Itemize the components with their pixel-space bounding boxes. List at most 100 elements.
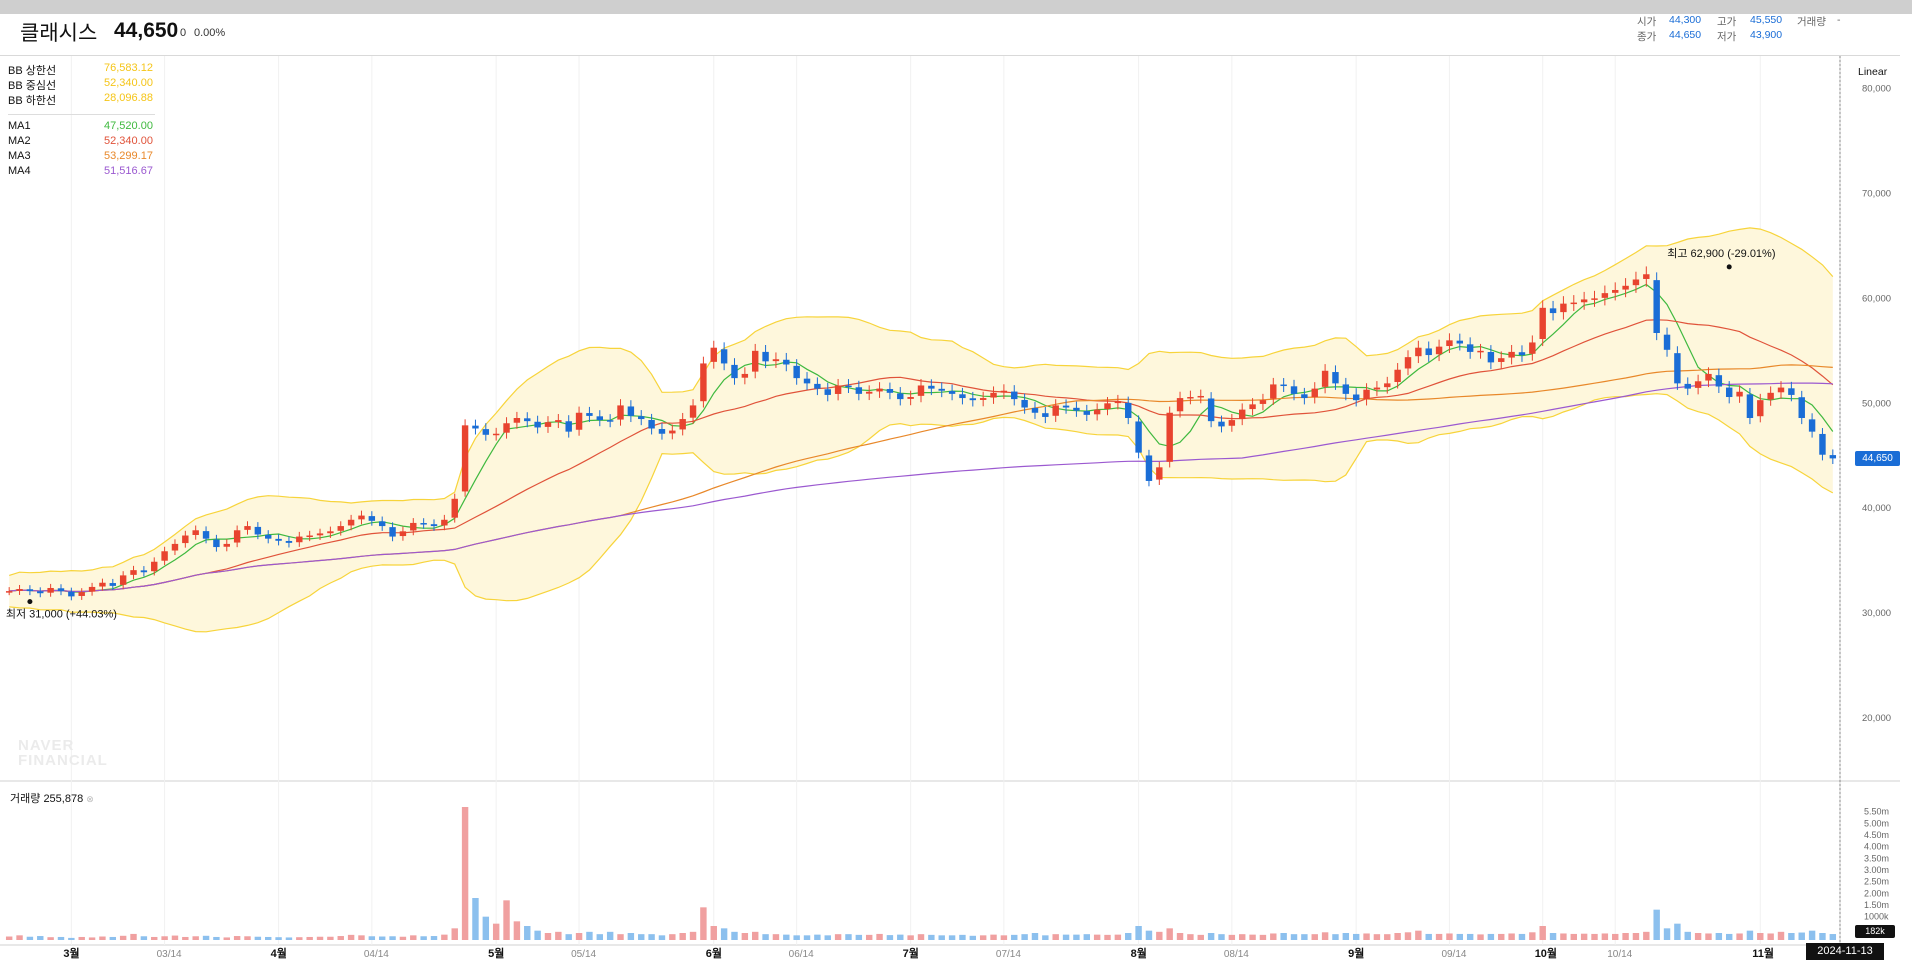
price-chart[interactable]: 최고 62,900 (-29.01%) 최저 31,000 (+44.03%) 80… (0, 0, 1912, 962)
candle-body (1052, 405, 1059, 416)
crosshair-date-badge: 2024-11-13 (1806, 943, 1884, 960)
candle-body (296, 536, 303, 543)
candle-body (1798, 397, 1805, 418)
candle-body (752, 350, 759, 372)
x-tick-label: 06/14 (789, 949, 814, 960)
candle-body (275, 538, 282, 541)
candle-body (990, 392, 997, 398)
volume-bar (410, 935, 417, 940)
candle-body (1352, 394, 1360, 401)
candle-body (1539, 307, 1546, 339)
volume-bar (151, 936, 158, 940)
volume-bar (347, 934, 355, 940)
scale-toggle-button[interactable]: Linear (1858, 66, 1887, 78)
volume-bar (37, 936, 44, 940)
x-tick-label: 7월 (903, 946, 919, 960)
volume-bar (451, 928, 458, 940)
candle-body (865, 391, 873, 394)
volume-bar (1736, 933, 1743, 940)
close-icon[interactable]: ⊗ (86, 794, 94, 804)
volume-bar (814, 934, 821, 940)
volume-bar (1601, 933, 1609, 940)
candle-body (1477, 350, 1484, 353)
volume-bar (907, 935, 914, 940)
volume-bar (669, 934, 676, 940)
volume-bar (834, 934, 842, 940)
y-tick-label: 80,000 (1862, 83, 1891, 94)
candle-body (1684, 383, 1691, 389)
volume-bar (140, 936, 148, 940)
candle-body (420, 523, 427, 525)
candle-body (1301, 394, 1308, 399)
volume-bar (78, 936, 85, 940)
candle-body (306, 535, 313, 538)
candle-body (1498, 358, 1505, 362)
legend-label: BB 중심선 (8, 80, 57, 92)
candle-body (1622, 285, 1629, 290)
volume-bar (16, 935, 23, 940)
volume-tick-label: 3.00m (1864, 865, 1889, 875)
volume-bar (202, 935, 210, 940)
candle-body (793, 365, 800, 379)
candle-body (1228, 420, 1236, 426)
candle-body (161, 551, 168, 561)
volume-bar (378, 936, 386, 940)
volume-bar (171, 935, 179, 940)
volume-bar (1663, 928, 1671, 940)
volume-bar (1114, 934, 1122, 940)
legend-ma4: MA4 51,516.67 (8, 165, 153, 177)
candle-body (171, 543, 179, 551)
volume-bar (1197, 934, 1204, 940)
y-tick-label: 30,000 (1862, 608, 1891, 619)
volume-bar (710, 926, 717, 940)
volume-bar (1166, 928, 1173, 940)
candle-body (1725, 387, 1733, 398)
volume-bar (596, 934, 604, 940)
volume-bar (1342, 933, 1350, 940)
candle-body (1031, 408, 1039, 413)
volume-bar (617, 934, 624, 940)
volume-bar (1156, 931, 1163, 940)
candle-body (555, 420, 562, 422)
x-tick-label: 9월 (1348, 946, 1364, 960)
candle-body (1777, 387, 1785, 393)
volume-bar (1694, 933, 1702, 940)
candle-body (1249, 404, 1256, 410)
candle-body (824, 389, 831, 395)
candle-body (202, 531, 210, 539)
candle-body (1280, 384, 1287, 387)
volume-bar (555, 931, 562, 940)
candle-body (192, 530, 199, 535)
candle-body (285, 540, 293, 543)
volume-bar (865, 934, 873, 940)
candle-body (1166, 412, 1173, 462)
volume-bar (1311, 934, 1318, 940)
volume-bar (1622, 933, 1629, 940)
volume-bar (1373, 934, 1381, 940)
volume-bar (5, 936, 13, 940)
legend-label: BB 하한선 (8, 95, 57, 107)
candle-body (88, 586, 96, 592)
candle-body (720, 349, 728, 364)
volume-panel-value: 255,878 (43, 793, 84, 805)
legend-value: 53,299.17 (104, 150, 153, 162)
candle-body (1093, 409, 1101, 415)
candle-body (244, 526, 251, 530)
candle-body (928, 385, 935, 389)
candle-body (451, 498, 458, 518)
legend-ma2: MA2 52,340.00 (8, 135, 153, 147)
y-tick-label: 40,000 (1862, 503, 1891, 514)
volume-bar (213, 936, 220, 940)
candle-body (1207, 398, 1215, 422)
candle-body (1694, 381, 1702, 388)
candle-body (1062, 405, 1070, 408)
volume-bar (897, 934, 904, 940)
volume-bar (47, 937, 54, 940)
candle-body (513, 418, 521, 423)
volume-bar (1363, 933, 1370, 940)
candle-body (1570, 302, 1577, 305)
volume-bar (327, 936, 334, 940)
legend-divider (8, 114, 155, 115)
candle-body (1311, 388, 1318, 398)
candle-body (979, 398, 987, 400)
